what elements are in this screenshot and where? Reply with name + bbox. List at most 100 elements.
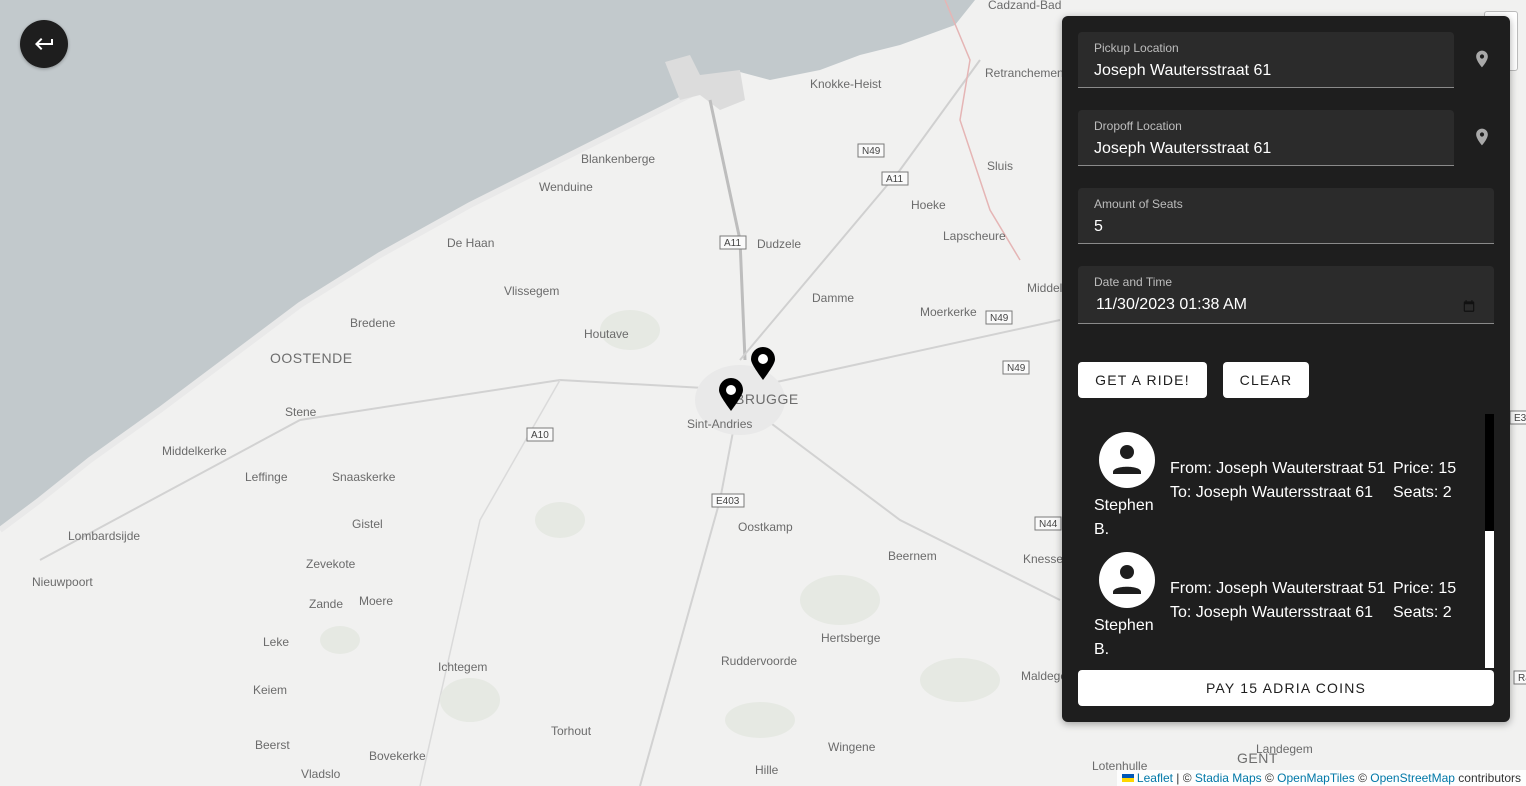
dropoff-location-label: Dropoff Location [1094,119,1182,133]
place-label: Vladslo [301,767,341,781]
dropoff-location-field[interactable]: Dropoff Location Joseph Wautersstraat 61 [1078,110,1454,166]
seats-label: Amount of Seats [1094,197,1183,211]
place-label: Ruddervoorde [721,654,797,668]
ride-from: From: Joseph Wauterstraat 51 [1170,460,1386,477]
datetime-input[interactable]: 11/30/2023 01:38 AM [1096,296,1247,314]
place-label: Hertsberge [821,631,881,645]
user-avatar-icon [1099,432,1155,488]
place-label: Damme [812,291,854,305]
place-label: Keiem [253,683,287,697]
ride-seats: Seats: 2 [1393,604,1452,621]
place-label: Zevekote [306,557,356,571]
stadia-maps-link[interactable]: Stadia Maps [1195,771,1262,785]
place-label: Hoeke [911,198,946,212]
place-label: Lombardsijde [68,529,140,543]
place-label: Hille [755,763,779,777]
place-label: Dudzele [757,237,801,251]
location-pin-icon [1476,128,1488,146]
attribution-separator: © [1354,771,1371,785]
place-label: Vlissegem [504,284,559,298]
return-arrow-icon [35,38,53,50]
place-label: Moerkerke [920,305,977,319]
attribution-suffix: contributors [1454,771,1521,785]
dropoff-location-input[interactable]: Joseph Wautersstraat 61 [1094,140,1271,158]
get-ride-button[interactable]: GET A RIDE! [1078,362,1207,398]
road-shield: E403 [711,493,745,508]
pay-button[interactable]: PAY 15 ADRIA COINS [1078,670,1494,706]
place-label: Zande [309,597,343,611]
place-label: Houtave [584,327,629,341]
road-shield: A10 [526,427,554,442]
ukraine-flag-icon [1121,774,1134,782]
road-shield: N49 [985,310,1013,325]
place-label: Leke [263,635,289,649]
svg-text:N49: N49 [862,146,881,157]
place-label: Knokke-Heist [810,77,882,91]
attribution-separator: © [1261,771,1278,785]
svg-text:E403: E403 [716,496,740,507]
leaflet-link[interactable]: Leaflet [1137,771,1173,785]
ride-from: From: Joseph Wauterstraat 51 [1170,580,1386,597]
ride-price: Price: 15 [1393,460,1457,477]
road-shield: N49 [1002,360,1030,375]
svg-text:N49: N49 [990,313,1009,324]
pickup-location-pin-button[interactable] [1468,45,1496,73]
place-label: Lapscheure [943,229,1006,243]
place-label: Torhout [551,724,592,738]
road-shield: A11 [719,235,747,250]
ride-item[interactable]: Stephen B. From: Joseph Wauterstraat 51 … [1078,534,1488,658]
back-button[interactable] [20,20,68,68]
pickup-location-input[interactable]: Joseph Wautersstraat 61 [1094,62,1271,80]
svg-text:A11: A11 [724,238,741,249]
road-shield: N49 [857,143,885,158]
attribution-separator: | © [1172,771,1195,785]
seats-input[interactable]: 5 [1094,218,1103,236]
ride-seats: Seats: 2 [1393,484,1452,501]
place-label: Middelkerke [162,444,227,458]
place-label: Gistel [352,517,383,531]
ride-request-panel: Pickup Location Joseph Wautersstraat 61 … [1062,16,1510,722]
place-label: Sluis [987,159,1013,173]
openstreetmap-link[interactable]: OpenStreetMap [1370,771,1455,785]
place-label: Bovekerke [369,749,426,763]
place-label: Beerst [255,738,290,752]
openmaptiles-link[interactable]: OpenMapTiles [1277,771,1355,785]
ride-results-list[interactable]: Stephen B. From: Joseph Wauterstraat 51 … [1078,414,1494,668]
place-label: Retranchement [985,66,1068,80]
svg-text:R4: R4 [1518,673,1526,684]
place-label: Wenduine [539,180,593,194]
calendar-icon[interactable] [1462,299,1476,313]
pickup-location-field[interactable]: Pickup Location Joseph Wautersstraat 61 [1078,32,1454,88]
ride-list-scrollbar-thumb[interactable] [1485,414,1494,531]
place-label: Oostkamp [738,520,793,534]
road-shield: N44 [1034,516,1062,531]
driver-name: Stephen B. [1094,617,1154,658]
place-label: Moere [359,594,393,608]
clear-button[interactable]: CLEAR [1223,362,1309,398]
road-shield: E34 [1509,410,1526,425]
city-label: BRUGGE [735,391,799,407]
place-label: Ichtegem [438,660,487,674]
place-label: Wingene [828,740,876,754]
place-label: Cadzand-Bad [988,0,1061,12]
datetime-field[interactable]: Date and Time 11/30/2023 01:38 AM [1078,266,1494,324]
place-label: Leffinge [245,470,288,484]
place-label: Knesse [1023,552,1063,566]
svg-text:E34: E34 [1514,413,1526,424]
seats-field[interactable]: Amount of Seats 5 [1078,188,1494,244]
pickup-location-label: Pickup Location [1094,41,1179,55]
svg-text:A11: A11 [886,174,903,185]
ride-price: Price: 15 [1393,580,1457,597]
ride-item[interactable]: Stephen B. From: Joseph Wauterstraat 51 … [1078,414,1488,538]
place-label: De Haan [447,236,494,250]
svg-text:A10: A10 [531,430,549,441]
map-attribution: Leaflet | © Stadia Maps © OpenMapTiles ©… [1116,770,1526,786]
place-label: Blankenberge [581,152,655,166]
ride-to: To: Joseph Wautersstraat 61 [1170,604,1374,621]
ride-to: To: Joseph Wautersstraat 61 [1170,484,1374,501]
dropoff-location-pin-button[interactable] [1468,123,1496,151]
road-shield: A11 [881,171,909,186]
place-label: Bredene [350,316,396,330]
place-label: Nieuwpoort [32,575,93,589]
location-pin-icon [1476,50,1488,68]
